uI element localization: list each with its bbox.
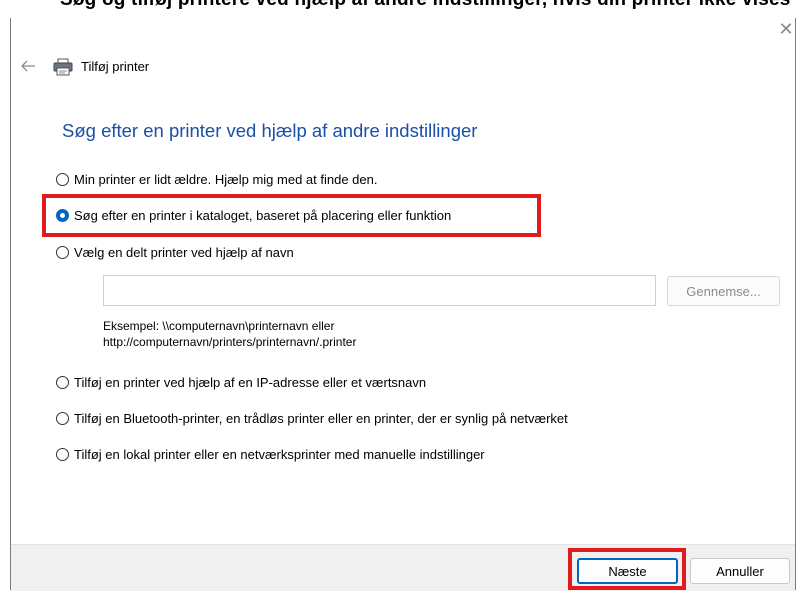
top-banner-text: Søg og tilføj printere ved hjælp af andr…	[60, 0, 796, 11]
window-title: Tilføj printer	[81, 59, 150, 74]
option-shared-printer-by-name[interactable]: Vælg en delt printer ved hjælp af navn	[56, 242, 294, 262]
radio-button[interactable]	[56, 411, 69, 425]
option-label: Søg efter en printer i kataloget, basere…	[74, 207, 452, 223]
example-line-2: http://computernavn/printers/printernavn…	[103, 335, 357, 349]
option-older-printer[interactable]: Min printer er lidt ældre. Hjælp mig med…	[56, 169, 377, 189]
option-local-manual[interactable]: Tilføj en lokal printer eller en netværk…	[56, 444, 485, 464]
option-ip-address[interactable]: Tilføj en printer ved hjælp af en IP-adr…	[56, 372, 426, 392]
shared-printer-name-input[interactable]	[103, 275, 656, 306]
option-bluetooth-wireless[interactable]: Tilføj en Bluetooth-printer, en trådløs …	[56, 408, 568, 428]
radio-button[interactable]	[56, 375, 69, 389]
radio-button[interactable]	[56, 245, 69, 259]
example-text: Eksempel: \\computernavn\printernavn ell…	[103, 318, 356, 350]
cancel-button[interactable]: Annuller	[690, 558, 790, 584]
option-label: Tilføj en Bluetooth-printer, en trådløs …	[74, 410, 568, 426]
top-banner: Søg og tilføj printere ved hjælp af andr…	[0, 0, 796, 18]
printer-icon	[53, 58, 73, 76]
radio-button[interactable]	[56, 447, 69, 461]
example-line-1: Eksempel: \\computernavn\printernavn ell…	[103, 319, 335, 333]
option-label: Tilføj en lokal printer eller en netværk…	[74, 446, 485, 462]
back-arrow-icon[interactable]	[18, 56, 38, 76]
option-label: Min printer er lidt ældre. Hjælp mig med…	[74, 171, 378, 187]
close-icon[interactable]: ✕	[777, 20, 795, 38]
option-search-directory[interactable]: Søg efter en printer i kataloget, basere…	[56, 205, 451, 225]
next-button[interactable]: Næste	[577, 558, 678, 584]
page-heading: Søg efter en printer ved hjælp af andre …	[62, 120, 478, 141]
option-label: Vælg en delt printer ved hjælp af navn	[74, 244, 294, 260]
browse-button[interactable]: Gennemse...	[667, 276, 780, 306]
option-label: Tilføj en printer ved hjælp af en IP-adr…	[74, 374, 427, 390]
radio-button[interactable]	[56, 172, 69, 186]
radio-button-selected[interactable]	[56, 208, 69, 222]
